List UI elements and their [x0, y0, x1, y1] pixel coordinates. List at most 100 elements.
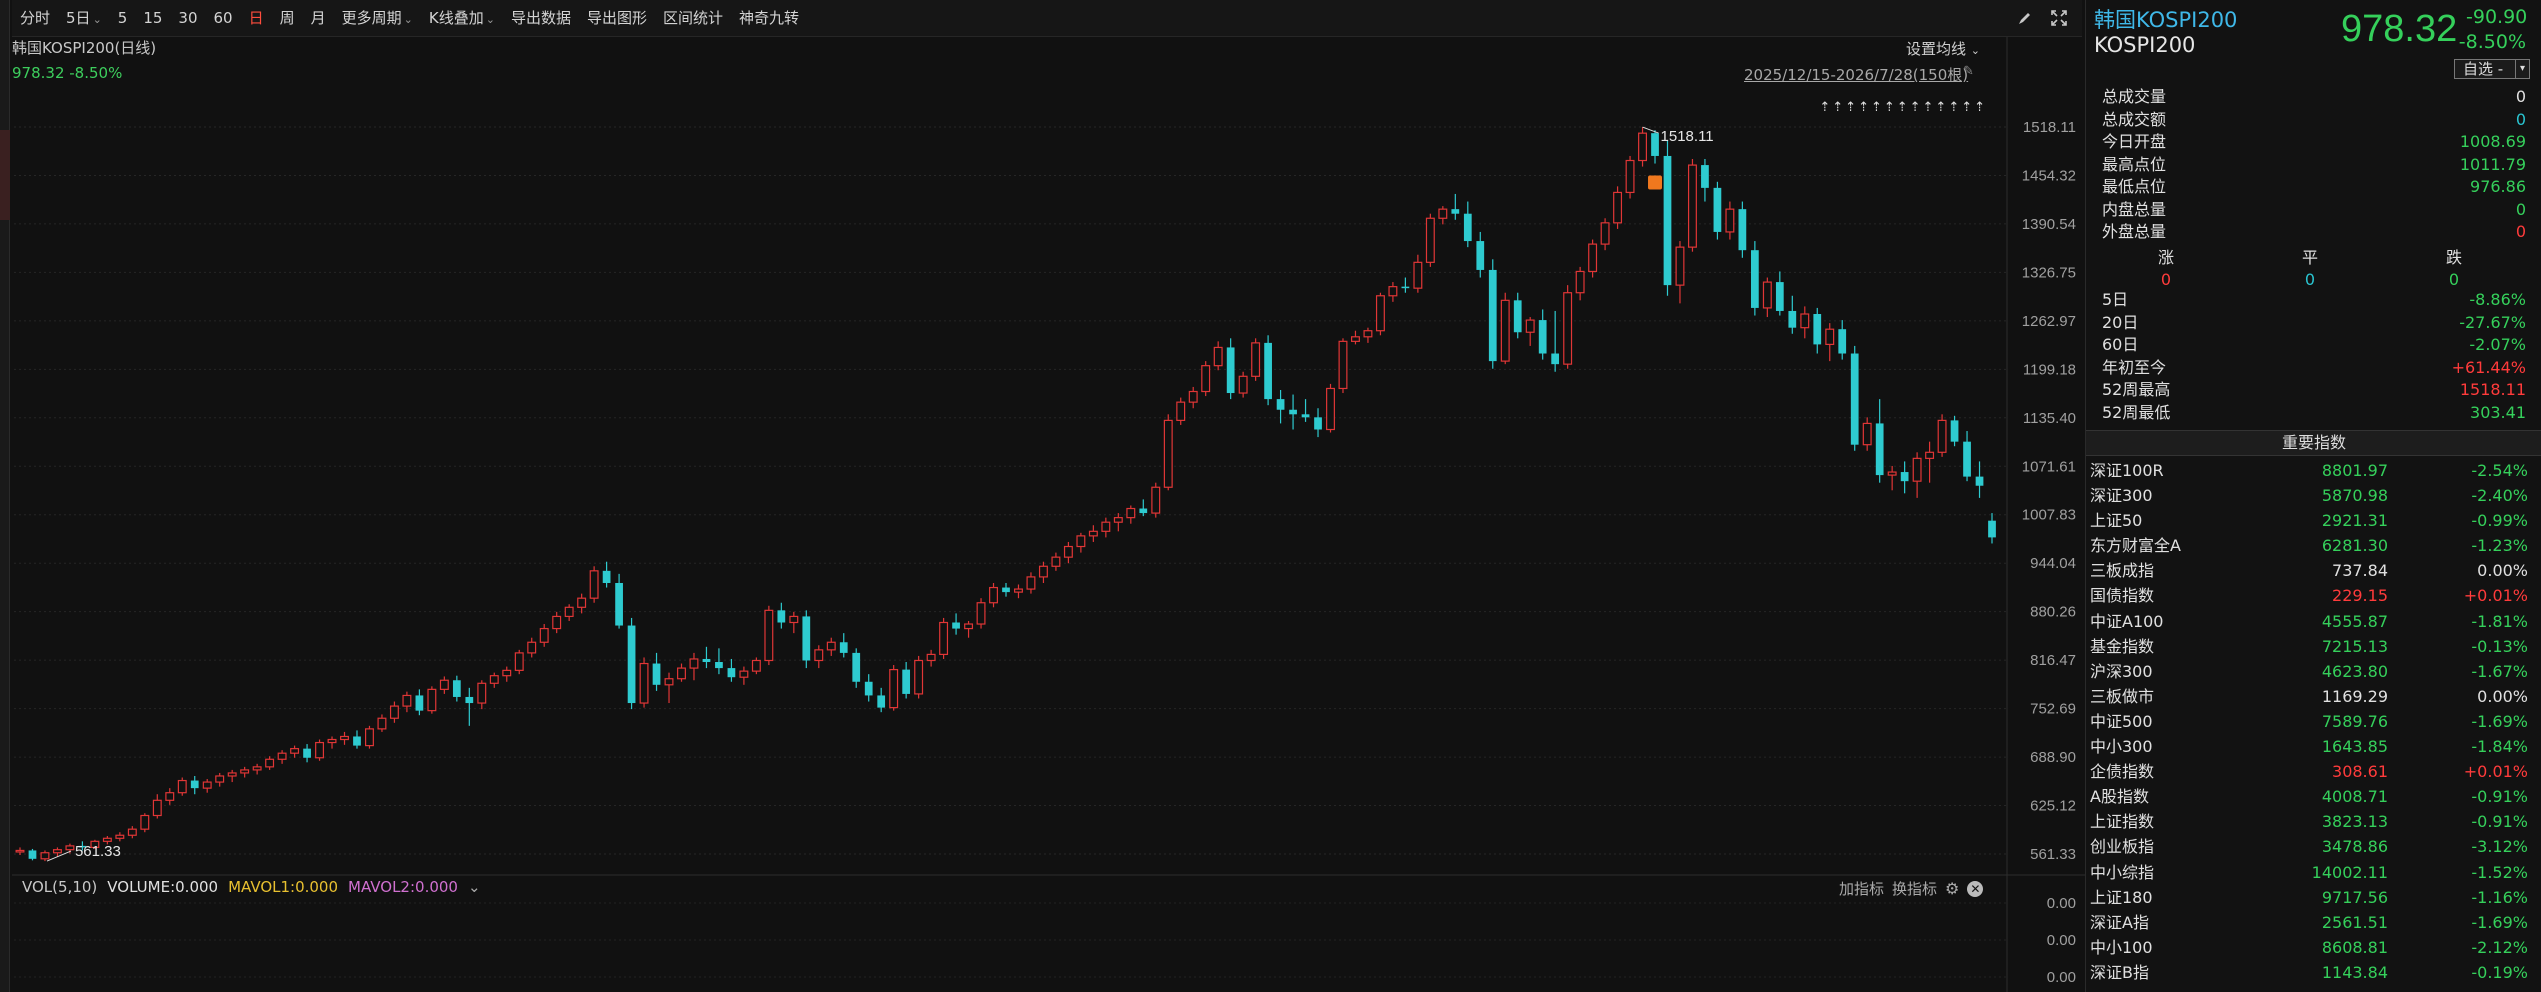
- index-name: 深证300: [2090, 486, 2153, 506]
- index-row[interactable]: 上证180 9717.56 -1.16%: [2090, 885, 2536, 910]
- period-tab-9[interactable]: 更多周期 ⌄: [334, 0, 421, 37]
- period-tab-5[interactable]: 60: [206, 0, 241, 37]
- period-tab-label: 日: [248, 8, 264, 27]
- index-row[interactable]: 东方财富全A 6281.30 -1.23%: [2090, 533, 2536, 558]
- chart-price-line: 978.32 -8.50%: [12, 64, 123, 82]
- vol-dropdown-icon[interactable]: ⌄: [468, 878, 481, 896]
- period-tab-12[interactable]: 导出图形: [579, 0, 655, 37]
- candle-body: [1139, 508, 1148, 514]
- period-tab-1[interactable]: 5日 ⌄: [58, 0, 110, 37]
- period-tab-3[interactable]: 15: [135, 0, 170, 37]
- add-indicator-button[interactable]: 加指标: [1839, 878, 1884, 899]
- index-row[interactable]: 基金指数 7215.13 -0.13%: [2090, 634, 2536, 659]
- candle-body: [190, 780, 199, 789]
- index-row[interactable]: 上证指数 3823.13 -0.91%: [2090, 809, 2536, 834]
- period-tab-11[interactable]: 导出数据: [503, 0, 579, 37]
- period-tab-4[interactable]: 30: [170, 0, 205, 37]
- fullscreen-icon[interactable]: [2049, 8, 2069, 28]
- candle-body: [564, 606, 574, 618]
- period-tab-8[interactable]: 月: [303, 0, 334, 37]
- stat-label: 总成交量: [2102, 87, 2167, 106]
- index-row[interactable]: 中证A100 4555.87 -1.81%: [2090, 609, 2536, 634]
- high-marker-label: 1518.11: [1661, 128, 1714, 145]
- count-label: 涨: [2157, 248, 2174, 267]
- candle-body: [1063, 545, 1073, 558]
- index-row[interactable]: 三板成指 737.84 0.00%: [2090, 558, 2536, 583]
- switch-indicator-button[interactable]: 换指标: [1892, 878, 1937, 899]
- index-pct: -2.40%: [2471, 486, 2528, 506]
- index-row[interactable]: 中小300 1643.85 -1.84%: [2090, 734, 2536, 759]
- index-row[interactable]: 企债指数 308.61 +0.01%: [2090, 759, 2536, 784]
- gear-icon[interactable]: ⚙: [1945, 879, 1959, 898]
- count-value: 0: [2160, 270, 2172, 289]
- index-row[interactable]: 沪深300 4623.80 -1.67%: [2090, 659, 2536, 684]
- index-row[interactable]: 上证50 2921.31 -0.99%: [2090, 508, 2536, 533]
- index-name: 上证指数: [2090, 812, 2155, 832]
- index-row[interactable]: 中小100 8608.81 -2.12%: [2090, 935, 2536, 960]
- watchlist-select[interactable]: 自选 - ▾: [2454, 59, 2530, 79]
- y-tick-label: 1007.83: [2022, 507, 2076, 524]
- stat-value: 976.86: [2470, 177, 2526, 196]
- candle-body: [1862, 422, 1872, 446]
- period-tab-14[interactable]: 神奇九转: [731, 0, 807, 37]
- quote-panel: 韩国KOSPI200 KOSPI200 978.32 -90.90 -8.50%…: [2085, 0, 2541, 992]
- candle-body: [902, 669, 911, 694]
- candle-body: [1500, 299, 1510, 362]
- candle-body: [1463, 213, 1472, 242]
- index-row[interactable]: 三板做市 1169.29 0.00%: [2090, 684, 2536, 709]
- index-row[interactable]: 国债指数 229.15 +0.01%: [2090, 583, 2536, 608]
- indices-list: 深证100R 8801.97 -2.54% 深证300 5870.98 -2.40% 上证5…: [2090, 458, 2536, 985]
- period-tab-label: K线叠加: [428, 8, 484, 27]
- candle-body: [1401, 286, 1410, 289]
- index-pct: -1.16%: [2471, 887, 2528, 907]
- index-row[interactable]: A股指数 4008.71 -0.91%: [2090, 784, 2536, 809]
- candle-body: [1038, 565, 1048, 578]
- candle-body: [1413, 261, 1423, 289]
- period-tab-7[interactable]: 周: [272, 0, 303, 37]
- kline-chart-svg[interactable]: 1518.11 1454.32 1390.54 1326.75 1262.97 1199.…: [12, 37, 2085, 992]
- index-row[interactable]: 深证100R 8801.97 -2.54%: [2090, 458, 2536, 483]
- period-tab-6[interactable]: 日: [241, 0, 272, 37]
- set-ma-button[interactable]: 设置均线 ⌄: [1906, 38, 1980, 59]
- left-side-strip[interactable]: [0, 0, 10, 992]
- left-strip-tab-highlight[interactable]: [0, 130, 10, 220]
- candle-body: [627, 625, 636, 704]
- index-row[interactable]: 中小综指 14002.11 -1.52%: [2090, 860, 2536, 885]
- index-row[interactable]: 深证A指 2561.51 -1.69%: [2090, 910, 2536, 935]
- period-tab-13[interactable]: 区间统计: [655, 0, 731, 37]
- index-row[interactable]: 中证500 7589.76 -1.69%: [2090, 709, 2536, 734]
- period-tab-10[interactable]: K线叠加 ⌄: [421, 0, 503, 37]
- candle-body: [1188, 390, 1198, 403]
- candle-body: [1775, 282, 1784, 311]
- period-tab-label: 月: [310, 8, 326, 27]
- index-row[interactable]: 深证B指 1143.84 -0.19%: [2090, 960, 2536, 985]
- candle-body: [839, 642, 848, 653]
- candle-body: [577, 597, 587, 608]
- candle-body: [1251, 342, 1261, 377]
- index-row[interactable]: 深证300 5870.98 -2.40%: [2090, 483, 2536, 508]
- index-row[interactable]: 创业板指 3478.86 -3.12%: [2090, 834, 2536, 859]
- candle-body: [1725, 208, 1735, 233]
- candle-body: [852, 652, 861, 682]
- quote-name[interactable]: 韩国KOSPI200: [2094, 4, 2237, 34]
- period-tab-2[interactable]: 5: [110, 0, 136, 37]
- period-tab-0[interactable]: 分时: [12, 0, 58, 37]
- close-icon[interactable]: ✕: [1967, 880, 1984, 897]
- candle-body: [439, 679, 449, 690]
- candle-body: [1002, 587, 1010, 593]
- pin-icon[interactable]: ✎: [1963, 64, 1974, 79]
- candle-body: [65, 845, 75, 851]
- candle-body: [1488, 269, 1497, 362]
- draw-pen-icon[interactable]: [2015, 8, 2035, 28]
- kline-chart[interactable]: 1518.11 1454.32 1390.54 1326.75 1262.97 1199.…: [12, 37, 2085, 992]
- vol-tick-label: 0.00: [2047, 895, 2076, 912]
- candle-body: [814, 649, 824, 662]
- index-pct: -1.84%: [2471, 737, 2528, 757]
- date-range-link[interactable]: 2025/12/15-2026/7/28(150根): [1744, 64, 1968, 85]
- candle-body: [1838, 329, 1847, 354]
- candle-body: [689, 658, 699, 669]
- index-value: 2561.51: [2321, 912, 2388, 932]
- candle-body: [1687, 164, 1697, 248]
- candle-body: [1713, 187, 1722, 232]
- index-name: 上证50: [2090, 511, 2143, 531]
